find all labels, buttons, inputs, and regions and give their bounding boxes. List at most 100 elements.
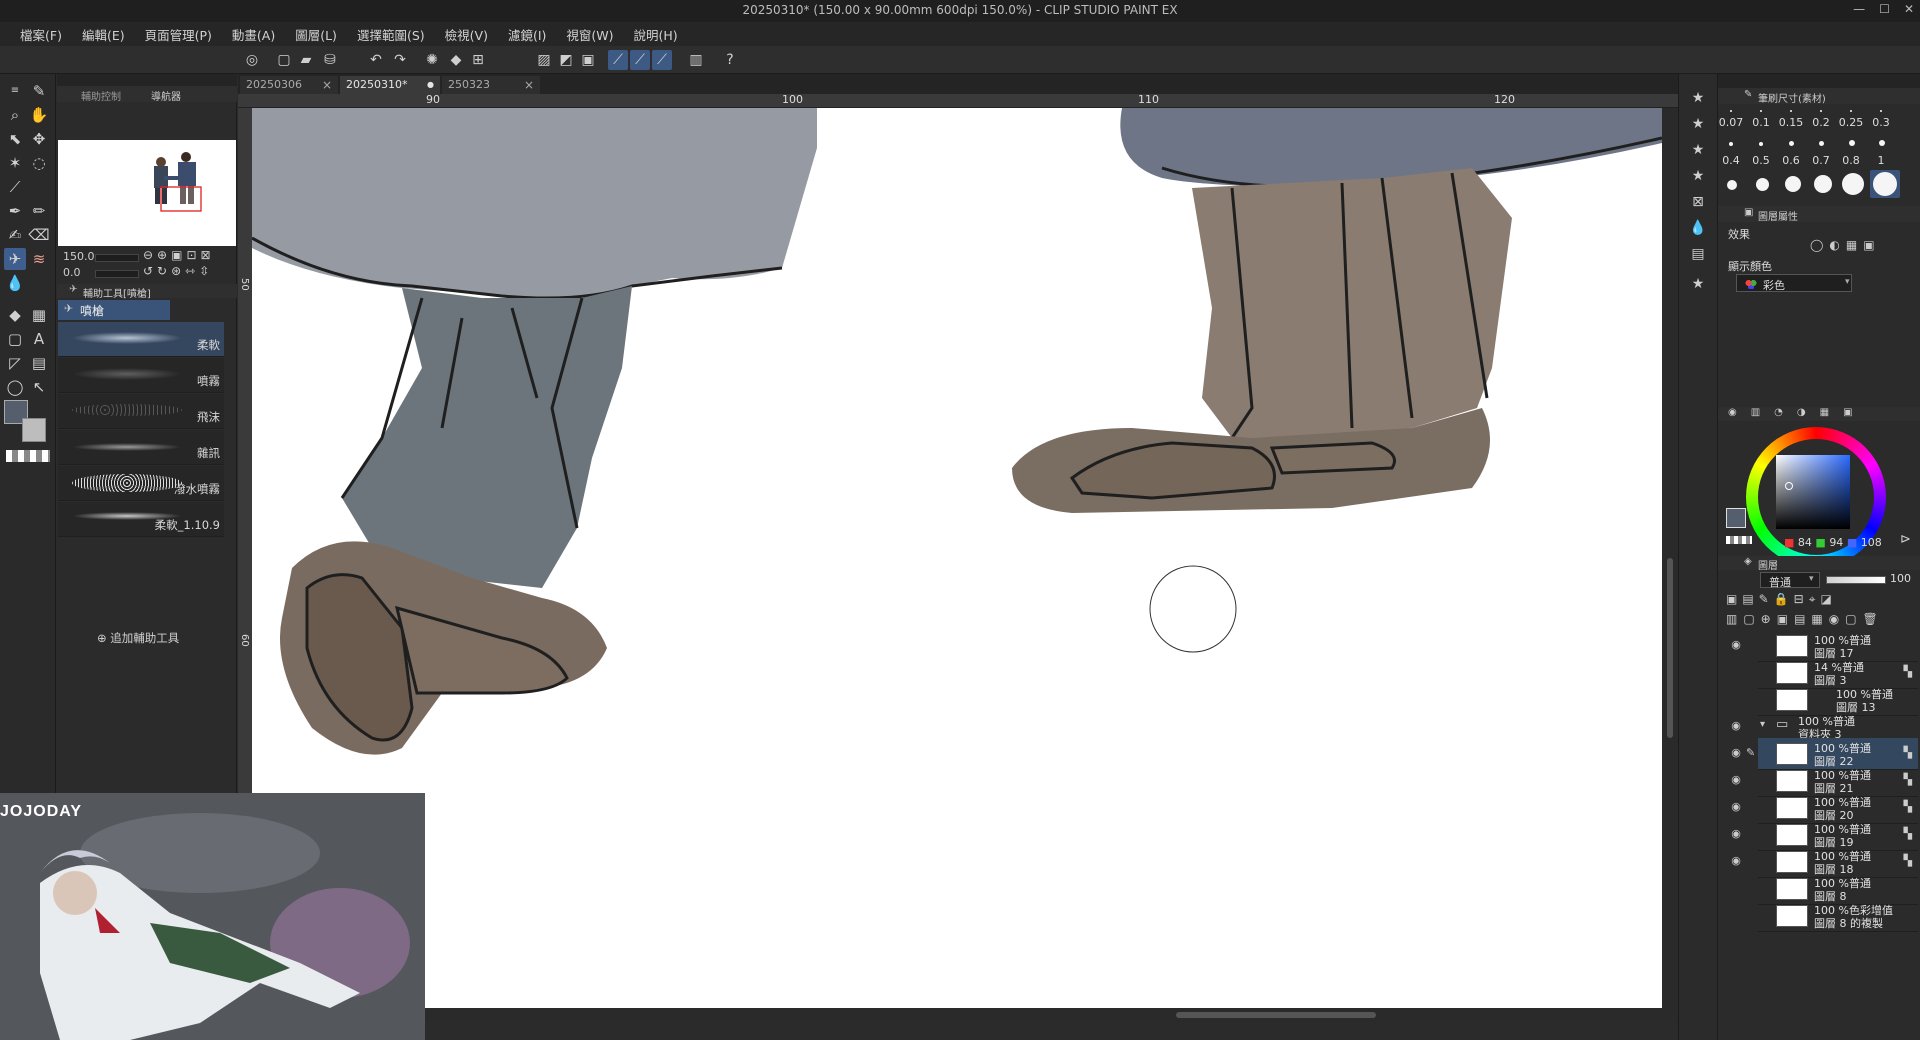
material-icon-4[interactable]: ★ <box>1688 166 1708 186</box>
pen-small-icon[interactable]: ✎ <box>28 80 50 102</box>
layer-search-icon[interactable]: ⊠ <box>1688 192 1708 212</box>
snap-special-ruler-icon[interactable]: ⟋ <box>630 50 650 70</box>
size-dot[interactable] <box>1820 110 1822 112</box>
doc-tab-20250306[interactable]: 20250306 × <box>240 76 338 94</box>
brush-splash[interactable]: 飛沫 <box>58 394 224 429</box>
correct-line-icon[interactable]: ↖ <box>28 376 50 398</box>
folder-expand-icon[interactable]: ▾ <box>1760 719 1765 730</box>
tab-sub-view[interactable]: 輔助控制 <box>81 88 121 103</box>
brush-icon[interactable]: ✍ <box>4 224 26 246</box>
size-dot[interactable] <box>1849 140 1855 146</box>
auto-select-icon[interactable]: ✶ <box>4 152 26 174</box>
menu-help[interactable]: 說明(H) <box>624 25 688 44</box>
redo-icon[interactable]: ↷ <box>390 50 410 70</box>
size-dot[interactable] <box>1873 172 1897 196</box>
layer-row[interactable]: 100 %色彩增值 圖層 8 的複製 <box>1758 900 1918 932</box>
eye-icon[interactable]: ◉ <box>1728 746 1744 760</box>
minimize-button[interactable]: — <box>1853 2 1865 16</box>
transform-icon[interactable]: ⊞ <box>468 50 488 70</box>
figure-icon[interactable]: ▢ <box>4 328 26 350</box>
subtool-group-airbrush[interactable]: ✈ 噴槍 <box>58 300 170 320</box>
snap-grid-icon[interactable]: ⟋ <box>652 50 672 70</box>
lock-transparency-icon[interactable]: ▚ <box>1904 827 1912 840</box>
size-dot[interactable] <box>1760 110 1762 112</box>
size-dot[interactable] <box>1814 175 1832 193</box>
airbrush-icon[interactable]: ✈ <box>4 248 26 270</box>
maximize-button[interactable]: ☐ <box>1879 2 1890 16</box>
main-color-chip[interactable] <box>1726 508 1746 528</box>
balloon-icon[interactable]: ◯ <box>4 376 26 398</box>
color-mixing-icon[interactable]: 💧 <box>1688 218 1708 238</box>
size-dot[interactable] <box>1879 140 1885 146</box>
crop-icon[interactable]: ▣ <box>578 50 598 70</box>
quick-access-icon[interactable]: ★ <box>1688 274 1708 294</box>
brush-spray[interactable]: 噴霧 <box>58 358 224 393</box>
vertical-scrollbar[interactable] <box>1662 108 1678 1008</box>
close-tab-icon[interactable]: × <box>524 76 534 94</box>
zoom-icon[interactable]: ⌕ <box>4 104 26 126</box>
close-tab-icon[interactable]: × <box>322 76 332 94</box>
menu-icon[interactable]: ≡ <box>4 80 26 102</box>
brush-water-spray[interactable]: 潑水噴霧 <box>58 466 224 501</box>
menu-filter[interactable]: 濾鏡(I) <box>498 25 556 44</box>
layer-actions-icons[interactable]: ▥▢⊕▣▤▦◉▢🗑 <box>1726 612 1884 626</box>
menu-selection[interactable]: 選擇範圍(S) <box>347 25 435 44</box>
navigator-preview[interactable] <box>58 140 236 246</box>
eye-icon[interactable]: ◉ <box>1728 827 1744 841</box>
pen-icon[interactable]: ✒ <box>4 200 26 222</box>
clear-icon[interactable]: ✺ <box>422 50 442 70</box>
help-icon[interactable]: ? <box>720 50 740 70</box>
size-dot[interactable] <box>1842 173 1864 195</box>
layer-tab[interactable]: 圖層 <box>1758 557 1778 572</box>
opacity-slider[interactable] <box>1826 576 1886 584</box>
color-tab-icons[interactable]: ◉▥◔◑▦▣ <box>1728 407 1867 418</box>
size-dot[interactable] <box>1730 110 1732 112</box>
unsaved-dot-icon[interactable]: ● <box>427 76 434 94</box>
blend-icon[interactable]: 💧 <box>4 272 26 294</box>
menu-animation[interactable]: 動畫(A) <box>222 25 285 44</box>
ruler-icon[interactable]: ▤ <box>28 352 50 374</box>
history-icon[interactable]: ▤ <box>1688 244 1708 264</box>
lock-transparency-icon[interactable]: ▚ <box>1904 854 1912 867</box>
text-icon[interactable]: A <box>28 328 50 350</box>
clip-studio-icon[interactable]: ◎ <box>242 50 262 70</box>
tab-navigator[interactable]: 導航器 <box>151 88 181 103</box>
decoration-icon[interactable]: ≋ <box>28 248 50 270</box>
eraser-icon[interactable]: ⌫ <box>28 224 50 246</box>
effect-icons[interactable]: ◯◐▦▣ <box>1810 238 1881 252</box>
menu-window[interactable]: 視窗(W) <box>556 25 623 44</box>
menu-view[interactable]: 檢視(V) <box>435 25 498 44</box>
size-dot[interactable] <box>1880 110 1882 112</box>
eye-icon[interactable]: ◉ <box>1728 854 1744 868</box>
eyedropper-icon[interactable]: ⟋ <box>4 176 26 198</box>
undo-icon[interactable]: ↶ <box>366 50 386 70</box>
brush-soft[interactable]: 柔軟 <box>58 322 224 357</box>
size-dot[interactable] <box>1789 141 1794 146</box>
brush-soft-1109[interactable]: 柔軟_1.10.9 <box>58 502 224 537</box>
sub-color-swatch[interactable] <box>22 418 46 442</box>
add-subtool-button[interactable]: ⊕ 追加輔助工具 <box>97 630 179 646</box>
menu-file[interactable]: 檔案(F) <box>10 25 72 44</box>
scroll-thumb[interactable] <box>1176 1012 1376 1018</box>
menu-layer[interactable]: 圖層(L) <box>285 25 347 44</box>
fill-icon[interactable]: ◆ <box>446 50 466 70</box>
open-file-icon[interactable]: ▰ <box>296 50 316 70</box>
scroll-thumb[interactable] <box>1667 558 1673 738</box>
move-icon[interactable]: ✥ <box>28 128 50 150</box>
saturation-value-square[interactable] <box>1776 455 1850 529</box>
blend-mode-select[interactable]: 普通 ▾ <box>1760 572 1820 589</box>
invert-selection-icon[interactable]: ◩ <box>556 50 576 70</box>
size-dot[interactable] <box>1759 142 1763 146</box>
display-color-select[interactable]: 彩色 ▾ <box>1736 274 1852 292</box>
deselect-icon[interactable]: ▨ <box>534 50 554 70</box>
eye-icon[interactable]: ◉ <box>1728 800 1744 814</box>
lasso-icon[interactable]: ◌ <box>28 152 50 174</box>
save-icon[interactable]: ⛁ <box>320 50 340 70</box>
zoom-buttons-icon[interactable]: ⊖⊕▣⊡⊠ <box>143 248 215 262</box>
menu-page[interactable]: 頁面管理(P) <box>135 25 222 44</box>
size-dot[interactable] <box>1850 110 1852 112</box>
close-button[interactable]: ✕ <box>1904 2 1914 16</box>
eye-icon[interactable]: ◉ <box>1728 773 1744 787</box>
operation-icon[interactable]: ⬉ <box>4 128 26 150</box>
rotate-slider[interactable] <box>95 270 139 278</box>
